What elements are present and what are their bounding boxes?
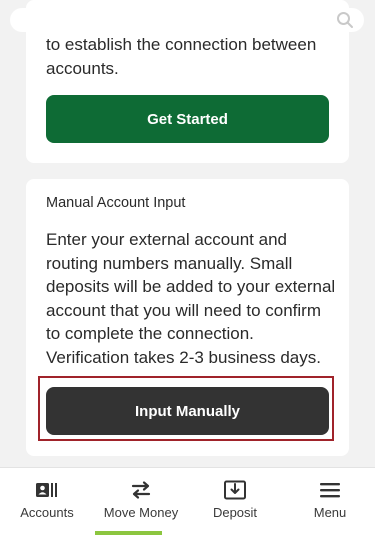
- highlight-frame: [38, 376, 334, 441]
- manual-input-description: Enter your external account and routing …: [46, 230, 336, 367]
- nav-label-accounts: Accounts: [20, 505, 74, 520]
- nav-item-deposit[interactable]: Deposit: [188, 468, 282, 536]
- nav-item-move-money[interactable]: Move Money: [94, 468, 188, 536]
- accounts-icon: [36, 483, 57, 497]
- deposit-icon: [224, 480, 246, 500]
- get-started-button[interactable]: Get Started: [46, 95, 329, 143]
- nav-item-menu[interactable]: Menu: [283, 468, 375, 536]
- nav-item-accounts[interactable]: Accounts: [0, 468, 94, 536]
- search-input[interactable]: [10, 8, 364, 32]
- nav-label-deposit: Deposit: [212, 505, 258, 520]
- search-icon: [337, 12, 353, 28]
- hamburger-menu-icon: [320, 483, 340, 498]
- bottom-nav: Accounts Move Money Deposit Menu: [0, 467, 375, 536]
- nav-label-move-money: Move Money: [103, 505, 179, 520]
- nav-label-menu: Menu: [313, 505, 347, 520]
- connect-description: to establish the connection between acco…: [46, 35, 317, 78]
- manual-input-title: Manual Account Input: [46, 195, 186, 211]
- transfer-icon: [131, 481, 151, 499]
- active-tab-indicator: [95, 531, 162, 535]
